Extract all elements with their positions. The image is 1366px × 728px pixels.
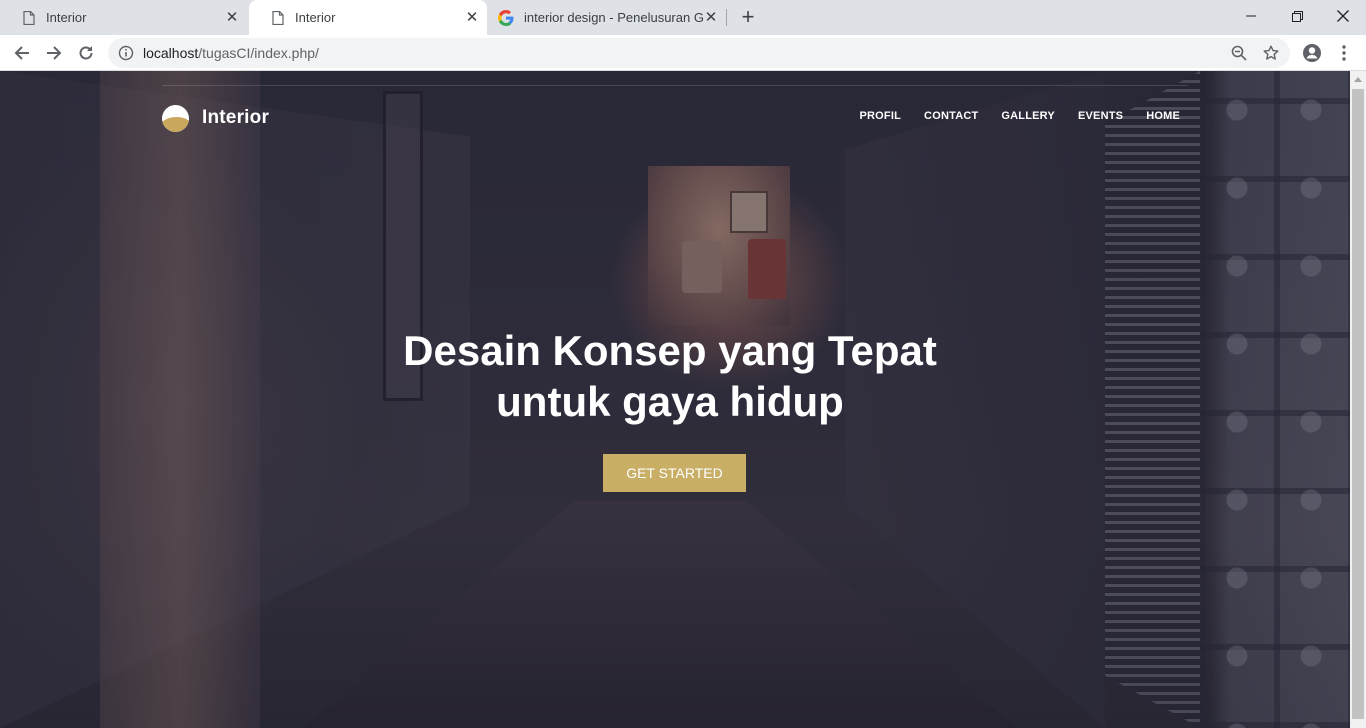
url-path: /tugasCI/index.php/ [198,45,319,61]
page-icon [22,10,36,26]
page-viewport: Interior PROFIL CONTACT GALLERY EVENTS H… [0,71,1350,728]
minimize-button[interactable] [1228,0,1274,32]
reload-icon [79,46,93,60]
zoom-icon[interactable] [1231,45,1247,61]
bookmark-star-icon[interactable] [1263,45,1279,61]
back-button[interactable] [8,39,36,67]
nav-link-profil[interactable]: PROFIL [860,110,902,122]
forward-button[interactable] [40,39,68,67]
forward-arrow-icon [47,46,62,60]
site-info-icon[interactable] [118,45,134,61]
scrollbar-thumb[interactable] [1352,89,1364,719]
browser-toolbar: localhost/tugasCI/index.php/ [0,35,1366,71]
more-vert-icon [1342,45,1346,61]
google-icon [498,9,514,26]
reload-button[interactable] [72,39,100,67]
hero-title: Desain Konsep yang Tepat untuk gaya hidu… [0,325,1340,427]
tab-title: interior design - Penelusuran Goo [524,10,703,25]
tab-title: Interior [295,10,336,25]
brand-logo-icon [162,104,189,132]
site-brand[interactable]: Interior [162,104,269,132]
header-divider [162,85,1188,86]
nav-link-home[interactable]: HOME [1146,110,1180,122]
tab-interior-1[interactable]: Interior ✕ [0,0,247,35]
tab-strip: Interior ✕ Interior ✕ interior design - … [0,0,1366,35]
address-bar[interactable]: localhost/tugasCI/index.php/ [108,38,1290,68]
page-scrollbar[interactable] [1350,71,1366,728]
account-icon [1303,44,1321,62]
menu-button[interactable] [1334,43,1354,63]
page-icon [271,10,285,26]
url-text[interactable]: localhost/tugasCI/index.php/ [143,45,319,61]
get-started-button[interactable]: GET STARTED [603,454,746,492]
tab-interior-2[interactable]: Interior ✕ [249,0,487,35]
close-window-button[interactable] [1320,0,1366,32]
close-tab-icon[interactable]: ✕ [224,9,240,26]
close-tab-icon[interactable]: ✕ [703,9,719,26]
tab-title: Interior [46,10,87,25]
url-host: localhost [143,45,199,61]
nav-link-events[interactable]: EVENTS [1078,110,1123,122]
brand-name: Interior [202,107,270,128]
new-tab-button[interactable]: + [736,0,760,35]
back-arrow-icon [14,46,29,60]
close-tab-icon[interactable]: ✕ [464,9,480,26]
restore-button[interactable] [1274,0,1320,32]
scroll-up-arrow-icon[interactable] [1350,71,1366,87]
nav-link-gallery[interactable]: GALLERY [1001,110,1055,122]
tab-google-search[interactable]: interior design - Penelusuran Goo ✕ [488,0,726,35]
hero-title-line-2: untuk gaya hidup [496,378,844,425]
nav-link-contact[interactable]: CONTACT [924,110,978,122]
profile-button[interactable] [1302,43,1322,63]
main-nav: PROFIL CONTACT GALLERY EVENTS HOME [837,110,1181,122]
hero-title-line-1: Desain Konsep yang Tepat [403,327,937,374]
tab-separator [726,9,727,26]
